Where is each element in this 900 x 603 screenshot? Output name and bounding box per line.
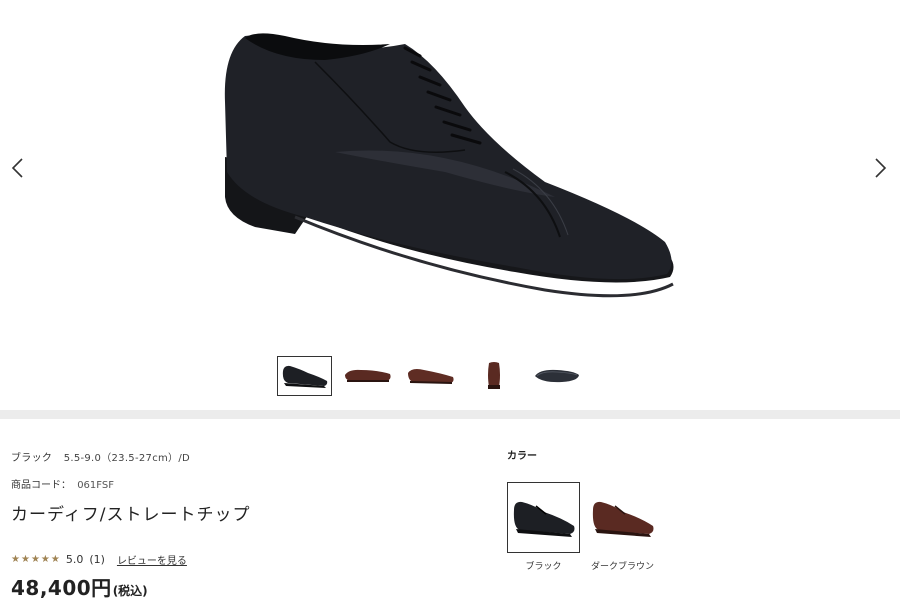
rating-stars: ★ ★ ★ ★ ★ — [11, 553, 60, 565]
star-icon: ★ — [40, 553, 50, 565]
rating-count: (1) — [89, 553, 105, 566]
product-main-image — [224, 33, 674, 298]
thumbnail-strip — [277, 356, 583, 396]
shoe-brown-side-thumbnail — [344, 369, 391, 382]
chevron-right-icon — [875, 158, 887, 178]
color-swatches: ブラック ダークブラウン — [507, 482, 807, 572]
product-code-value: 061FSF — [77, 480, 114, 491]
product-gallery — [0, 0, 900, 410]
price-amount: 48,400円 — [11, 576, 112, 600]
rating-summary: ★ ★ ★ ★ ★ 5.0 (1) レビューを見る — [11, 552, 187, 567]
product-code-line: 商品コード： 061FSF — [11, 476, 491, 491]
rating-score: 5.0 — [65, 553, 84, 566]
star-icon: ★ — [11, 553, 20, 565]
product-code-label: 商品コード： — [11, 480, 71, 491]
price-tax-note: (税込) — [112, 584, 148, 598]
variant-size: 5.5-9.0（23.5-27cm）/D — [63, 453, 191, 464]
variant-line: ブラック 5.5-9.0（23.5-27cm）/D — [11, 449, 491, 464]
swatch-image-box — [586, 482, 659, 553]
shoe-black-swatch-image — [513, 501, 574, 537]
gallery-next-button[interactable] — [866, 150, 896, 186]
color-option-label: ダークブラウン — [590, 562, 654, 572]
shoe-brown-front-thumbnail — [487, 362, 500, 389]
shoe-sole-thumbnail — [534, 369, 579, 383]
color-option-black[interactable]: ブラック — [507, 482, 580, 572]
star-icon: ★ — [30, 553, 40, 565]
review-link[interactable]: レビューを見る — [117, 552, 187, 567]
thumbnail-3[interactable] — [404, 357, 457, 395]
star-icon: ★ — [50, 553, 60, 565]
thumbnail-2[interactable] — [341, 357, 394, 395]
section-divider — [0, 410, 900, 419]
thumbnail-5[interactable] — [530, 357, 583, 395]
product-name: カーディフ/ストレートチップ — [11, 505, 251, 525]
shoe-brown-pair-thumbnail — [407, 369, 454, 384]
product-info: ブラック 5.5-9.0（23.5-27cm）/D 商品コード： 061FSF … — [11, 449, 491, 525]
gallery-prev-button[interactable] — [2, 150, 32, 186]
shoe-brown-swatch-image — [592, 501, 653, 537]
color-heading: カラー — [507, 451, 537, 462]
product-price: 48,400円 (税込) — [11, 572, 148, 601]
shoe-black-side-thumbnail — [282, 365, 327, 388]
variant-color: ブラック — [11, 453, 53, 464]
color-selector: カラー ブラック ダークブラウン — [507, 447, 807, 572]
color-option-label: ブラック — [525, 562, 562, 572]
thumbnail-1[interactable] — [277, 356, 332, 396]
thumbnail-4[interactable] — [467, 357, 520, 395]
star-icon: ★ — [20, 553, 30, 565]
color-option-dark-brown[interactable]: ダークブラウン — [586, 482, 659, 572]
swatch-image-box — [507, 482, 580, 553]
chevron-left-icon — [11, 158, 23, 178]
